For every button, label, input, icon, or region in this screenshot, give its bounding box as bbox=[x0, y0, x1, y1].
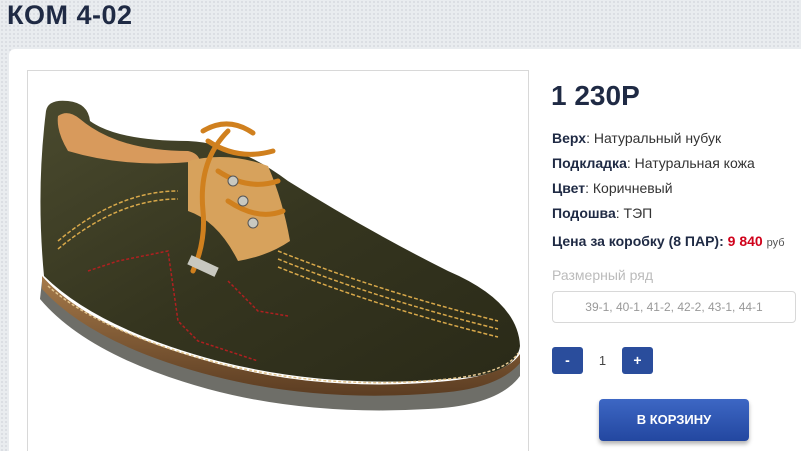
product-photo[interactable] bbox=[27, 70, 529, 451]
product-price: 1 230Р bbox=[551, 80, 640, 111]
quantity-decrease-button[interactable]: - bbox=[552, 347, 583, 374]
spec-lining-value: : Натуральная кожа bbox=[626, 155, 755, 171]
spec-color: Цвет: Коричневый bbox=[552, 180, 673, 196]
box-price-label: Цена за коробку (8 ПАР): bbox=[552, 233, 724, 249]
box-price-value: 9 840 bbox=[727, 233, 763, 249]
box-price-currency: руб bbox=[766, 237, 785, 249]
page-title: КОМ 4-02 bbox=[7, 0, 133, 30]
size-range-select[interactable]: 39-1, 40-1, 41-2, 42-2, 43-1, 44-1 bbox=[552, 291, 796, 323]
spec-lining: Подкладка: Натуральная кожа bbox=[552, 155, 755, 171]
spec-sole: Подошва: ТЭП bbox=[552, 205, 652, 221]
quantity-input[interactable]: 1 bbox=[583, 347, 622, 374]
quantity-increase-button[interactable]: + bbox=[622, 347, 653, 374]
spec-color-label: Цвет bbox=[552, 180, 586, 196]
box-price: Цена за коробку (8 ПАР): 9 840 руб bbox=[552, 233, 785, 249]
spec-upper: Верх: Натуральный нубук bbox=[552, 130, 721, 146]
spec-upper-value: : Натуральный нубук bbox=[586, 130, 722, 146]
shoe-photo-icon bbox=[40, 100, 520, 411]
spec-color-value: : Коричневый bbox=[585, 180, 673, 196]
add-to-cart-button[interactable]: В КОРЗИНУ bbox=[599, 399, 749, 441]
spec-sole-label: Подошва bbox=[552, 205, 616, 221]
spec-upper-label: Верх bbox=[552, 130, 587, 146]
spec-sole-value: : ТЭП bbox=[615, 205, 653, 221]
spec-lining-label: Подкладка bbox=[552, 155, 627, 171]
size-range-label: Размерный ряд bbox=[552, 267, 654, 283]
